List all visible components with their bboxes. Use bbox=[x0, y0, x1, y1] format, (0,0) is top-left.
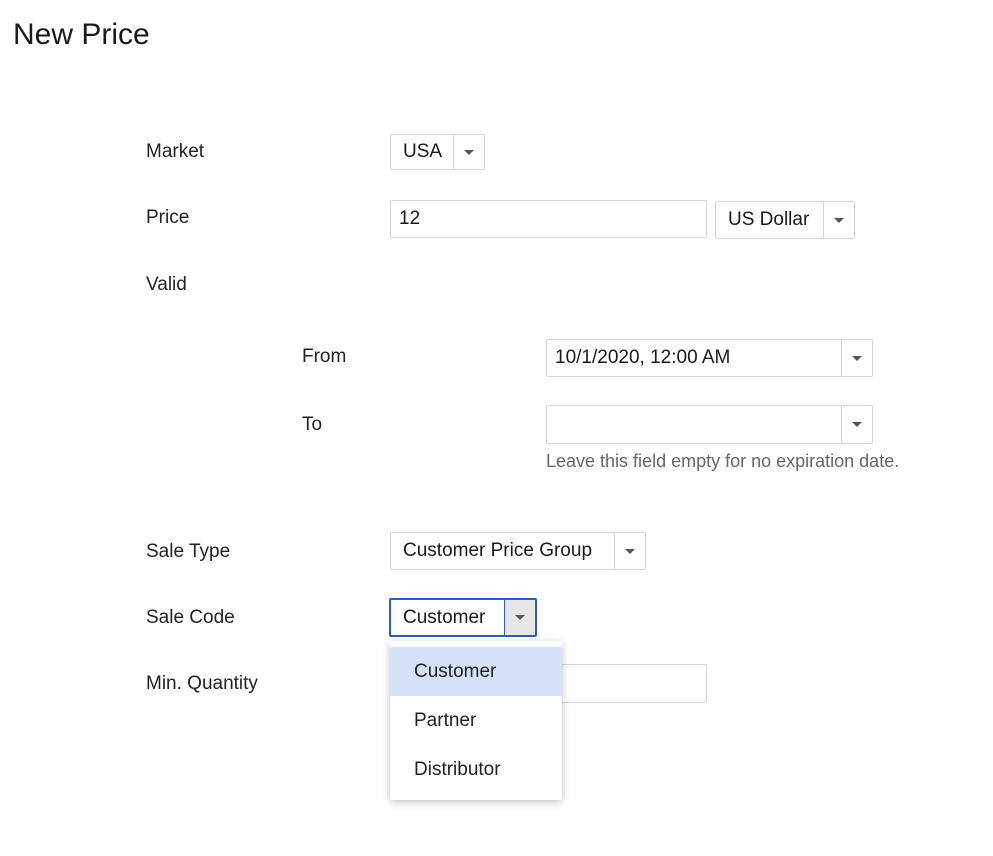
chevron-down-icon bbox=[834, 217, 844, 223]
market-value: USA bbox=[403, 141, 443, 162]
market-label: Market bbox=[146, 141, 205, 162]
sale-code-value: Customer bbox=[403, 607, 486, 628]
valid-to-dropdown-button[interactable] bbox=[841, 406, 872, 443]
sale-type-select[interactable]: Customer Price Group bbox=[390, 532, 646, 570]
sale-code-dropdown-list: Customer Partner Distributor bbox=[390, 641, 562, 800]
chevron-down-icon bbox=[852, 422, 862, 427]
min-quantity-label: Min. Quantity bbox=[146, 673, 258, 694]
sale-type-label: Sale Type bbox=[146, 541, 231, 562]
page-title: New Price bbox=[13, 18, 150, 51]
valid-from-dropdown-button[interactable] bbox=[841, 340, 872, 376]
price-input[interactable]: 12 bbox=[390, 200, 707, 238]
sale-code-option-customer[interactable]: Customer bbox=[390, 647, 562, 696]
sale-type-dropdown-button[interactable] bbox=[614, 533, 645, 569]
market-dropdown-button[interactable] bbox=[453, 135, 484, 169]
currency-select[interactable]: US Dollar bbox=[715, 201, 855, 239]
chevron-down-icon bbox=[625, 548, 635, 554]
sale-code-label: Sale Code bbox=[146, 607, 235, 628]
sale-code-option-partner[interactable]: Partner bbox=[390, 696, 562, 745]
valid-label: Valid bbox=[146, 274, 187, 295]
chevron-down-icon bbox=[852, 355, 862, 361]
sale-code-option-distributor[interactable]: Distributor bbox=[390, 745, 562, 794]
valid-to-value bbox=[547, 406, 841, 443]
sale-code-select[interactable]: Customer bbox=[389, 598, 537, 637]
valid-from-datetime[interactable]: 10/1/2020, 12:00 AM bbox=[546, 339, 873, 377]
valid-to-label: To bbox=[302, 414, 323, 435]
valid-from-label: From bbox=[302, 346, 347, 367]
valid-to-hint: Leave this field empty for no expiration… bbox=[546, 451, 900, 471]
market-select[interactable]: USA bbox=[390, 134, 485, 170]
chevron-down-icon bbox=[515, 615, 525, 620]
sale-code-dropdown-button[interactable] bbox=[504, 600, 535, 635]
currency-dropdown-button[interactable] bbox=[823, 202, 854, 238]
chevron-down-icon bbox=[464, 149, 474, 155]
currency-value: US Dollar bbox=[728, 209, 810, 230]
sale-type-value: Customer Price Group bbox=[403, 540, 593, 561]
price-label: Price bbox=[146, 207, 190, 228]
valid-from-value: 10/1/2020, 12:00 AM bbox=[555, 347, 731, 368]
valid-to-datetime[interactable] bbox=[546, 405, 873, 444]
